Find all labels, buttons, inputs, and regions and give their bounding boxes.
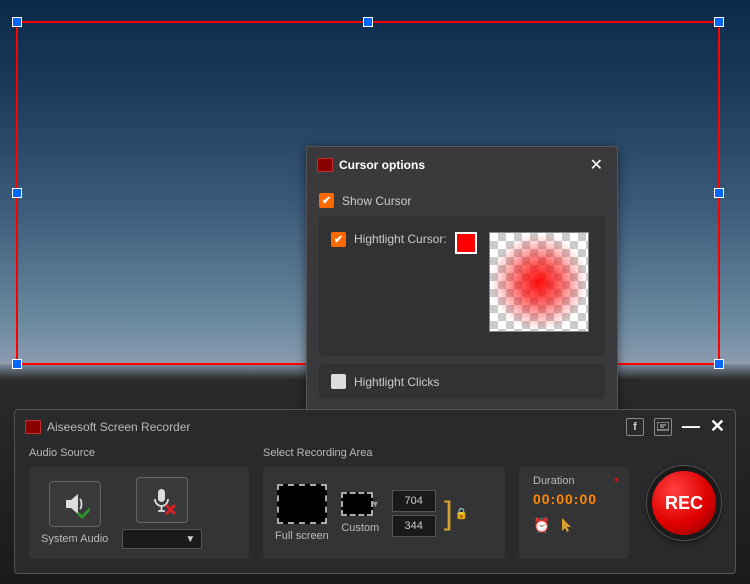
microphone-dropdown[interactable]: ▼ xyxy=(122,529,202,549)
main-toolbar: Aiseesoft Screen Recorder f — ✕ Audio So… xyxy=(14,409,736,574)
height-field[interactable]: 344 xyxy=(392,515,436,537)
show-cursor-label: Show Cursor xyxy=(342,194,411,208)
cursor-options-dialog: Cursor options ✕ ✔ Show Cursor ✔ Hightli… xyxy=(306,146,618,448)
highlight-preview xyxy=(489,232,589,332)
full-screen-button[interactable] xyxy=(277,484,327,524)
highlight-clicks-checkbox[interactable]: ✔ xyxy=(331,374,346,389)
dialog-header[interactable]: Cursor options ✕ xyxy=(307,147,617,183)
dialog-title: Cursor options xyxy=(339,158,586,172)
duration-time: 00:00:00 xyxy=(533,491,615,507)
resize-handle-n[interactable] xyxy=(363,17,373,27)
cursor-options-icon[interactable] xyxy=(560,517,574,534)
resize-handle-sw[interactable] xyxy=(12,359,22,369)
full-screen-label: Full screen xyxy=(275,530,329,542)
system-audio-button[interactable] xyxy=(49,481,101,527)
custom-area-button[interactable] xyxy=(341,492,373,516)
width-field[interactable]: 704 xyxy=(392,490,436,512)
facebook-icon[interactable]: f xyxy=(626,418,644,436)
highlight-clicks-label: Hightlight Clicks xyxy=(354,375,439,389)
resize-handle-e[interactable] xyxy=(714,188,724,198)
main-header[interactable]: Aiseesoft Screen Recorder f — ✕ xyxy=(15,410,735,443)
area-section-label: Select Recording Area xyxy=(263,447,505,459)
show-cursor-checkbox[interactable]: ✔ xyxy=(319,193,334,208)
highlight-cursor-checkbox[interactable]: ✔ xyxy=(331,232,346,247)
microphone-button[interactable] xyxy=(136,477,188,523)
highlight-cursor-label: Hightlight Cursor: xyxy=(354,232,447,246)
timer-icon[interactable]: ⏰ xyxy=(533,517,550,534)
recording-indicator-icon: ● xyxy=(614,475,619,484)
audio-section-label: Audio Source xyxy=(29,447,249,459)
custom-label: Custom xyxy=(341,522,379,534)
resize-handle-se[interactable] xyxy=(714,359,724,369)
close-app-icon[interactable]: ✕ xyxy=(710,416,725,437)
resize-handle-ne[interactable] xyxy=(714,17,724,27)
app-title: Aiseesoft Screen Recorder xyxy=(47,420,626,434)
highlight-color-swatch[interactable] xyxy=(455,232,477,254)
resize-handle-w[interactable] xyxy=(12,188,22,198)
custom-dropdown-icon[interactable]: ▼ xyxy=(371,499,380,509)
spacer xyxy=(519,447,629,459)
record-button[interactable]: REC xyxy=(647,466,721,540)
minimize-icon[interactable]: — xyxy=(682,416,700,437)
feedback-icon[interactable] xyxy=(654,418,672,436)
bracket-icon: ] xyxy=(444,495,453,532)
resize-handle-nw[interactable] xyxy=(12,17,22,27)
app-logo-icon xyxy=(25,420,41,434)
record-label: REC xyxy=(665,493,703,514)
aspect-lock-icon[interactable]: 🔒 xyxy=(455,507,469,520)
duration-label: Duration xyxy=(533,475,615,487)
close-icon[interactable]: ✕ xyxy=(586,155,607,175)
system-audio-label: System Audio xyxy=(41,533,108,545)
app-logo-icon xyxy=(317,158,333,172)
